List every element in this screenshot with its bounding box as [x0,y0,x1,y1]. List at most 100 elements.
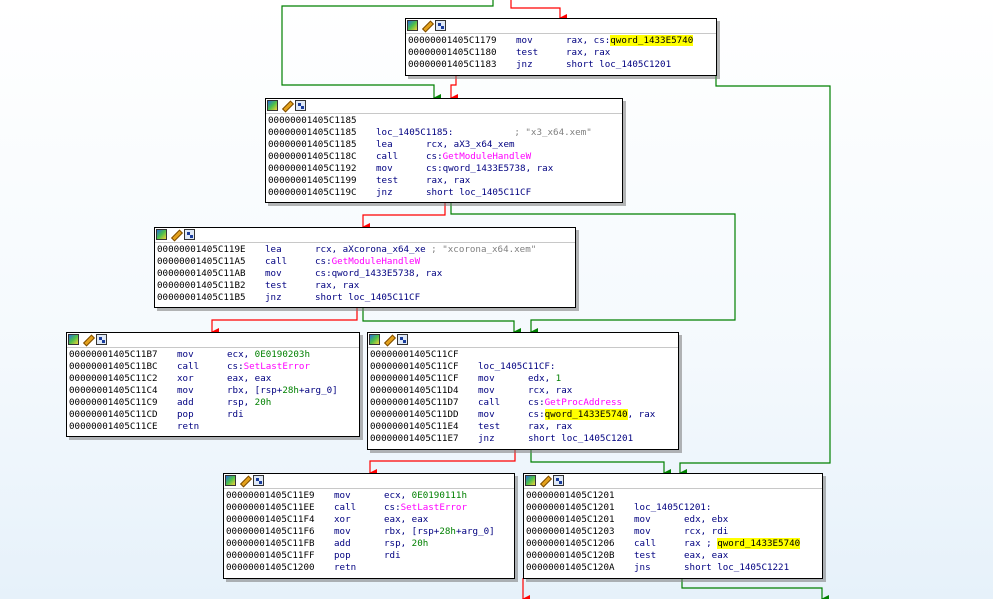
asm-mnemonic [478,349,528,361]
asm-line[interactable]: 00000001405C11F4 xor eax, eax [226,514,512,526]
rename-icon[interactable] [170,229,181,240]
asm-line[interactable]: 00000001405C11B2 test rax, rax [157,280,573,292]
asm-line[interactable]: 00000001405C11F6 mov rbx, [rsp+28h+arg_0] [226,526,512,538]
asm-line[interactable]: 00000001405C11CF mov edx, 1 [370,373,676,385]
asm-address: 00000001405C119E [157,244,246,255]
operand-text: cs:qword_1433E5738, rax [426,163,554,174]
asm-operands: short loc_1405C1201 [566,59,714,71]
color-icon[interactable] [369,334,380,345]
asm-line[interactable]: 00000001405C11E7 jnz short loc_1405C1201 [370,433,676,445]
asm-line[interactable]: 00000001405C11B7 mov ecx, 0E0190203h [69,349,357,361]
asm-line[interactable]: 00000001405C1203 mov rcx, rdi [526,526,820,538]
asm-mnemonic: add [177,397,194,408]
asm-operands: short loc_1405C1221 [684,562,820,574]
asm-line[interactable]: 00000001405C11D4 mov rcx, rax [370,385,676,397]
code-block-n7[interactable]: 00000001405C1201 00000001405C1201 loc_1405… [523,473,823,579]
rename-icon[interactable] [281,100,292,111]
asm-line[interactable]: 00000001405C11E4 test rax, rax [370,421,676,433]
color-icon[interactable] [68,334,79,345]
asm-line[interactable]: 00000001405C11E9 mov ecx, 0E0190111h [226,490,512,502]
rename-icon[interactable] [239,475,250,486]
asm-line[interactable]: 00000001405C1206 call rax ; qword_1433E574… [526,538,820,550]
rename-icon[interactable] [82,334,93,345]
asm-line[interactable]: 00000001405C11AB mov cs:qword_1433E5738, r… [157,268,573,280]
asm-line[interactable]: 00000001405C1185 loc_1405C1185: ; "x3_x64… [268,127,620,139]
asm-line[interactable]: 00000001405C1180 test rax, rax [408,47,714,59]
operand-text: 28h [282,385,299,396]
asm-operands: edx, 1 [528,373,676,385]
asm-line[interactable]: 00000001405C11FB add rsp, 20h [226,538,512,550]
asm-address: 00000001405C11EE [226,502,315,513]
asm-mnemonic: test [265,280,288,291]
code-block-n3[interactable]: 00000001405C119E lea rcx, aXcorona_x64_xe … [154,227,576,308]
graph-icon[interactable] [397,334,408,345]
asm-line[interactable]: 00000001405C120A jns short loc_1405C1221 [526,562,820,574]
asm-line[interactable]: 00000001405C11D7 call cs:GetProcAddress [370,397,676,409]
graph-icon[interactable] [184,229,195,240]
import-name[interactable]: GetModuleHandleW [332,256,421,267]
rename-icon[interactable] [421,20,432,31]
asm-label[interactable]: loc_1405C11CF: [478,361,555,373]
color-icon[interactable] [156,229,167,240]
highlighted-symbol[interactable]: qword_1433E5740 [610,35,694,46]
asm-line[interactable]: 00000001405C1192 mov cs:qword_1433E5738, r… [268,163,620,175]
asm-line[interactable]: 00000001405C11C4 mov rbx, [rsp+28h+arg_0] [69,385,357,397]
color-icon[interactable] [225,475,236,486]
import-name[interactable]: SetLastError [401,502,467,513]
code-block-n4[interactable]: 00000001405C11B7 mov ecx, 0E0190203h 000000… [66,332,360,437]
asm-operands: cs:qword_1433E5738, rax [315,268,573,280]
asm-line[interactable]: 00000001405C11CF loc_1405C11CF: [370,361,676,373]
asm-line[interactable]: 00000001405C1201 [526,490,820,502]
asm-line[interactable]: 00000001405C1185 lea rcx, aX3_x64_xem [268,139,620,151]
asm-line[interactable]: 00000001405C119E lea rcx, aXcorona_x64_xe … [157,244,573,256]
asm-operands: rax, rax [426,175,620,187]
asm-mnemonic: mov [376,163,393,174]
color-icon[interactable] [525,475,536,486]
asm-label[interactable]: loc_1405C1185: [376,127,453,139]
color-icon[interactable] [407,20,418,31]
highlighted-symbol[interactable]: qword_1433E5740 [717,538,801,549]
asm-line[interactable]: 00000001405C11A5 call cs:GetModuleHandleW [157,256,573,268]
asm-line[interactable]: 00000001405C1200 retn [226,562,512,574]
asm-line[interactable]: 00000001405C1201 loc_1405C1201: [526,502,820,514]
asm-line[interactable]: 00000001405C1179 mov rax, cs:qword_1433E57… [408,35,714,47]
asm-line[interactable]: 00000001405C11CF [370,349,676,361]
asm-line[interactable]: 00000001405C11BC call cs:SetLastError [69,361,357,373]
asm-line[interactable]: 00000001405C11C2 xor eax, eax [69,373,357,385]
import-name[interactable]: GetProcAddress [545,397,622,408]
asm-line[interactable]: 00000001405C11B5 jnz short loc_1405C11CF [157,292,573,304]
import-name[interactable]: SetLastError [244,361,310,372]
asm-line[interactable]: 00000001405C11FF pop rdi [226,550,512,562]
rename-icon[interactable] [539,475,550,486]
asm-address: 00000001405C11CD [69,409,158,420]
asm-line[interactable]: 00000001405C11EE call cs:SetLastError [226,502,512,514]
graph-icon[interactable] [553,475,564,486]
graph-icon[interactable] [435,20,446,31]
import-name[interactable]: GetModuleHandleW [443,151,532,162]
asm-operands: ; "x3_x64.xem" [453,127,620,139]
asm-operands: short loc_1405C1201 [528,433,676,445]
rename-icon[interactable] [383,334,394,345]
asm-line[interactable]: 00000001405C119C jnz short loc_1405C11CF [268,187,620,199]
graph-icon[interactable] [96,334,107,345]
asm-operands: rax, rax [315,280,573,292]
asm-line[interactable]: 00000001405C1183 jnz short loc_1405C1201 [408,59,714,71]
highlighted-symbol[interactable]: qword_1433E5740 [544,409,628,420]
asm-line[interactable]: 00000001405C1185 [268,115,620,127]
graph-icon[interactable] [253,475,264,486]
code-block-n2[interactable]: 00000001405C1185 00000001405C1185 loc_1405… [265,98,623,203]
asm-line[interactable]: 00000001405C1201 mov edx, ebx [526,514,820,526]
code-block-n6[interactable]: 00000001405C11E9 mov ecx, 0E0190111h 000000… [223,473,515,579]
code-block-n1[interactable]: 00000001405C1179 mov rax, cs:qword_1433E57… [405,18,717,76]
code-block-n5[interactable]: 00000001405C11CF 00000001405C11CF loc_1405… [367,332,679,450]
asm-line[interactable]: 00000001405C11CD pop rdi [69,409,357,421]
asm-line[interactable]: 00000001405C11DD mov cs:qword_1433E5740, r… [370,409,676,421]
asm-label[interactable]: loc_1405C1201: [634,502,711,514]
asm-line[interactable]: 00000001405C120B test eax, eax [526,550,820,562]
asm-line[interactable]: 00000001405C11CE retn [69,421,357,433]
color-icon[interactable] [267,100,278,111]
graph-icon[interactable] [295,100,306,111]
asm-line[interactable]: 00000001405C11C9 add rsp, 20h [69,397,357,409]
asm-line[interactable]: 00000001405C118C call cs:GetModuleHandleW [268,151,620,163]
asm-line[interactable]: 00000001405C1199 test rax, rax [268,175,620,187]
